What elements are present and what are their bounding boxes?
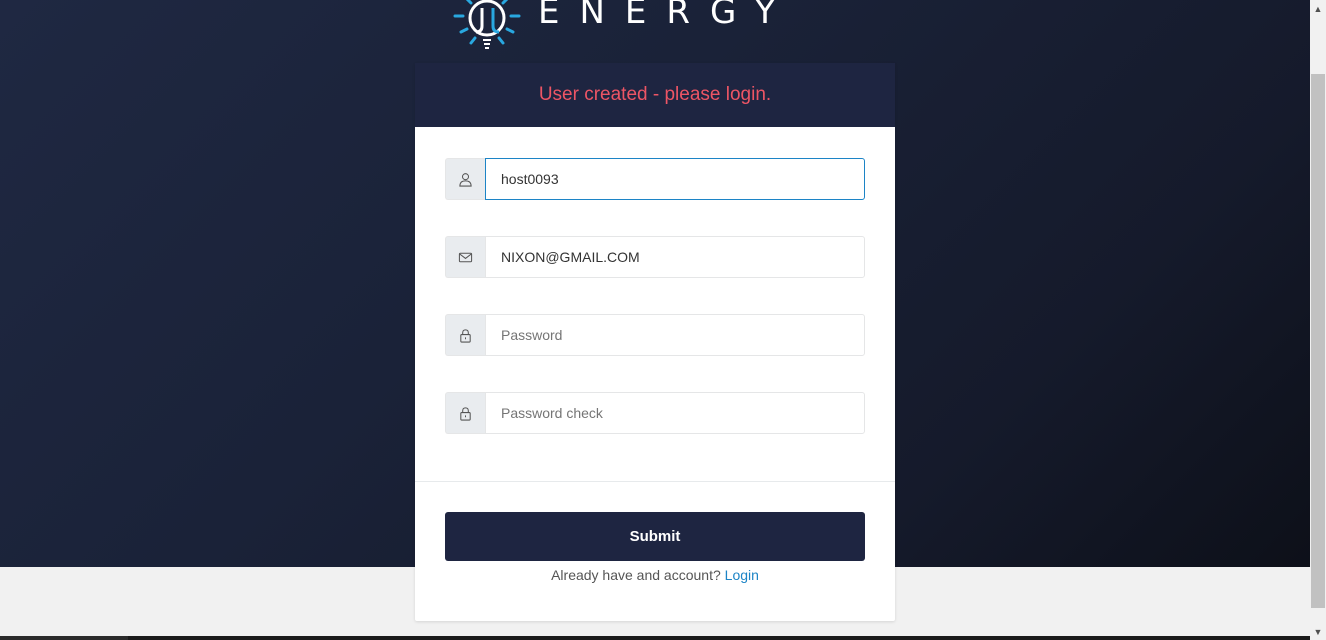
scroll-thumb[interactable]	[1311, 74, 1325, 608]
envelope-icon	[458, 252, 473, 262]
lock-icon	[460, 328, 471, 343]
bottom-bar	[128, 636, 1310, 640]
lightbulb-logo-icon	[453, 0, 521, 49]
email-input[interactable]	[485, 236, 865, 278]
password-group	[445, 314, 865, 356]
username-addon	[445, 158, 485, 200]
status-message: User created - please login.	[538, 84, 772, 105]
form-divider	[415, 481, 895, 482]
page-scrollbar[interactable]: ▲ ▼	[1310, 0, 1326, 640]
card-header: User created - please login.	[415, 63, 895, 127]
user-icon	[459, 172, 472, 187]
scroll-up-arrow-icon[interactable]: ▲	[1310, 0, 1326, 17]
submit-button[interactable]: Submit	[445, 512, 865, 561]
password-addon	[445, 314, 485, 356]
password-check-group	[445, 392, 865, 434]
scroll-down-arrow-icon[interactable]: ▼	[1310, 623, 1326, 640]
brand-wordmark: ENERGY	[538, 0, 796, 32]
lock-icon	[460, 406, 471, 421]
username-input[interactable]	[485, 158, 865, 200]
brand-logo: ENERGY	[452, 0, 842, 58]
login-prompt: Already have and account? Login	[415, 567, 895, 583]
bottom-bar-left	[0, 636, 128, 640]
username-group	[445, 158, 865, 200]
password-input[interactable]	[485, 314, 865, 356]
register-form	[415, 127, 895, 434]
email-group	[445, 236, 865, 278]
email-addon	[445, 236, 485, 278]
register-card: User created - please login. host0093 NI…	[415, 63, 895, 621]
password-check-input[interactable]	[485, 392, 865, 434]
login-prompt-text: Already have and account?	[551, 567, 721, 583]
login-link[interactable]: Login	[725, 567, 759, 583]
password-check-addon	[445, 392, 485, 434]
page-viewport: ENERGY User created - please login. host…	[0, 0, 1310, 640]
